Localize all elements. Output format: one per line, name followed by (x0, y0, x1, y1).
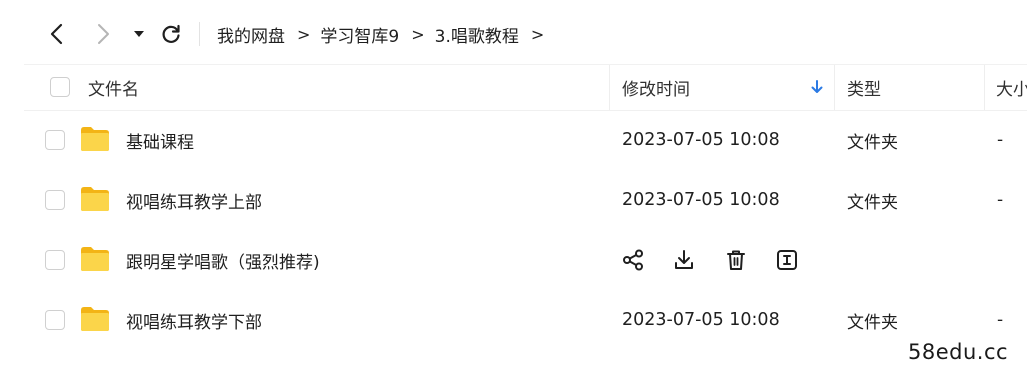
column-header-modified[interactable]: 修改时间 (622, 65, 690, 110)
row-checkbox[interactable] (45, 250, 65, 270)
forward-button[interactable] (86, 17, 120, 51)
file-name[interactable]: 视唱练耳教学上部 (126, 170, 262, 230)
row-checkbox[interactable] (45, 130, 65, 150)
table-row[interactable]: 视唱练耳教学上部 2023-07-05 10:08 文件夹 - (24, 170, 1027, 230)
row-checkbox[interactable] (45, 190, 65, 210)
file-name[interactable]: 跟明星学唱歌（强烈推荐) (126, 230, 320, 290)
table-row-hovered[interactable]: 跟明星学唱歌（强烈推荐) (24, 230, 1027, 290)
history-dropdown-button[interactable] (128, 17, 150, 51)
back-button[interactable] (40, 17, 74, 51)
breadcrumb-item-library[interactable]: 学习智库9 (320, 22, 399, 47)
chevron-left-icon (50, 23, 63, 45)
breadcrumb-item-current[interactable]: 3.唱歌教程 (435, 22, 519, 47)
breadcrumb-separator: > (297, 24, 311, 44)
column-divider[interactable] (834, 65, 835, 110)
file-name[interactable]: 基础课程 (126, 110, 194, 170)
share-icon (623, 249, 643, 271)
folder-icon (81, 187, 109, 211)
chevron-right-icon (98, 24, 109, 44)
column-header-type[interactable]: 类型 (847, 65, 881, 110)
column-divider[interactable] (609, 65, 610, 110)
breadcrumb: 我的网盘 > 学习智库9 > 3.唱歌教程 > (217, 20, 554, 48)
file-name[interactable]: 视唱练耳教学下部 (126, 290, 262, 350)
file-type: 文件夹 (847, 312, 898, 333)
table-row[interactable]: 视唱练耳教学下部 2023-07-05 10:08 文件夹 - (24, 290, 1027, 350)
arrow-down-icon[interactable] (810, 79, 824, 95)
nav-divider (199, 22, 200, 46)
file-size: - (997, 130, 1004, 150)
caret-down-icon (134, 31, 144, 37)
folder-icon (81, 247, 109, 271)
navigation-bar: 我的网盘 > 学习智库9 > 3.唱歌教程 > (0, 0, 1027, 64)
rename-button[interactable] (774, 247, 800, 273)
folder-icon (81, 307, 109, 331)
download-button[interactable] (671, 247, 697, 273)
delete-icon (727, 250, 745, 270)
file-modified-time: 2023-07-05 10:08 (622, 310, 780, 330)
column-header-name[interactable]: 文件名 (88, 65, 139, 110)
file-modified-time: 2023-07-05 10:08 (622, 130, 780, 150)
column-divider[interactable] (984, 65, 985, 110)
row-checkbox[interactable] (45, 310, 65, 330)
breadcrumb-item-root[interactable]: 我的网盘 (217, 22, 285, 47)
breadcrumb-separator: > (411, 24, 425, 44)
delete-button[interactable] (723, 247, 749, 273)
refresh-icon (162, 24, 180, 43)
watermark: 58edu.cc (908, 340, 1009, 364)
folder-icon (81, 127, 109, 151)
refresh-button[interactable] (154, 17, 188, 51)
column-header-size[interactable]: 大小 (996, 65, 1027, 110)
table-row[interactable]: 基础课程 2023-07-05 10:08 文件夹 - (24, 110, 1027, 170)
share-button[interactable] (620, 247, 646, 273)
file-table-header: 文件名 修改时间 类型 大小 (24, 64, 1027, 111)
file-size: - (997, 190, 1004, 210)
file-browser: 我的网盘 > 学习智库9 > 3.唱歌教程 > 文件名 修改时间 类型 大小 基… (0, 0, 1027, 371)
file-modified-time: 2023-07-05 10:08 (622, 190, 780, 210)
breadcrumb-separator: > (530, 24, 545, 44)
file-type: 文件夹 (847, 192, 898, 213)
download-icon (675, 250, 693, 269)
file-type: 文件夹 (847, 132, 898, 153)
select-all-checkbox[interactable] (50, 77, 70, 97)
rename-icon (777, 250, 797, 270)
